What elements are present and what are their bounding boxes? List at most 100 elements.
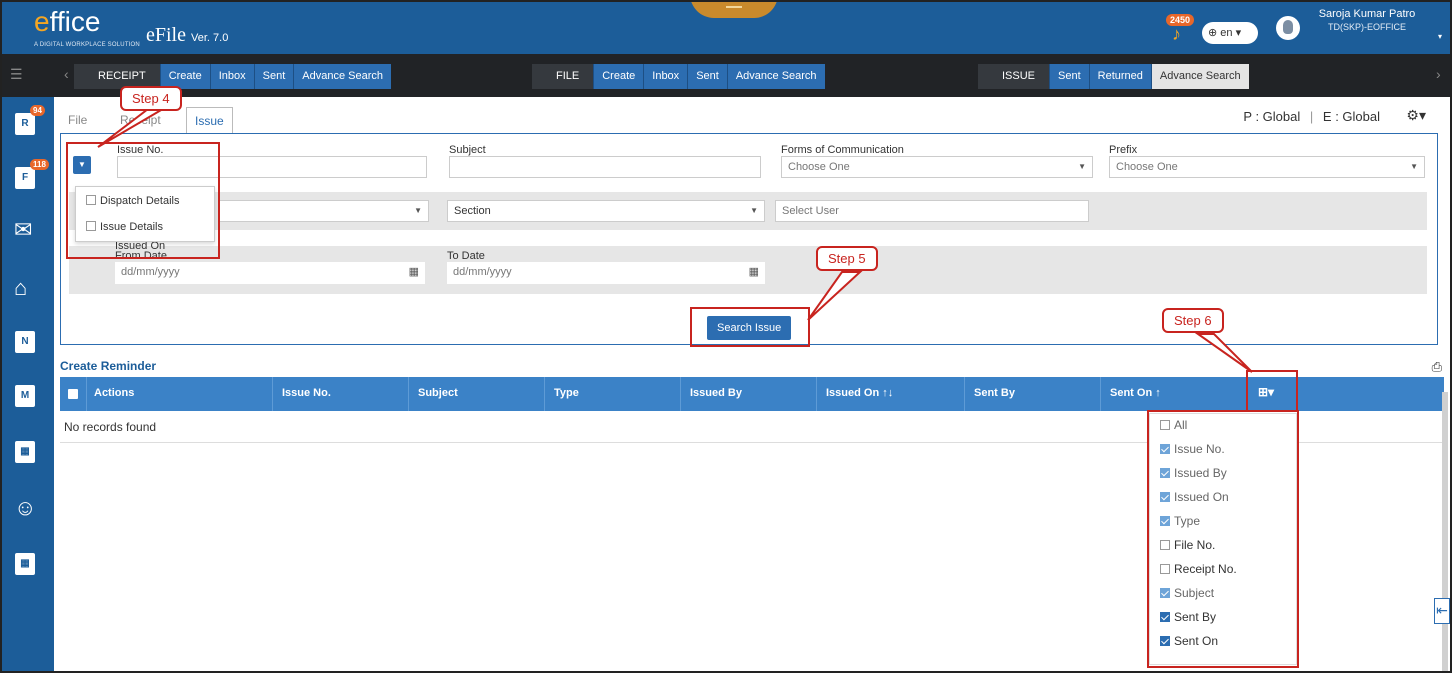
forms-of-communication-select[interactable]: Choose One ▼ xyxy=(781,156,1093,178)
step4-callout: Step 4 xyxy=(120,86,182,111)
tab-issue[interactable]: Issue xyxy=(186,107,233,134)
step6-icon-highlight xyxy=(1246,370,1298,412)
sidebar-item-file-inbox[interactable]: F 118 xyxy=(12,159,49,193)
gear-icon[interactable]: ⚙▾ xyxy=(1406,107,1426,124)
home-icon: ⌂ xyxy=(14,275,28,300)
sidebar-item-migrate[interactable]: M xyxy=(12,381,42,411)
sidebar-item-new-note[interactable]: N xyxy=(12,327,42,357)
tab-receipt[interactable]: Receipt xyxy=(120,113,161,127)
file-count-badge: 118 xyxy=(30,159,49,170)
sort-icon: ↑↓ xyxy=(882,387,894,399)
dropdown-caret-icon: ▼ xyxy=(750,206,758,215)
prefix-select[interactable]: Choose One ▼ xyxy=(1109,156,1425,178)
grid-header: Actions Issue No. Subject Type Issued By… xyxy=(60,377,1444,411)
nav-receipt-inbox[interactable]: Inbox xyxy=(209,64,254,89)
nav-receipt-advance-search[interactable]: Advance Search xyxy=(293,64,391,89)
migrate-icon: M xyxy=(15,385,35,407)
receipt-count-badge: 94 xyxy=(30,105,45,116)
side-panel-toggle-icon[interactable]: ⇤ xyxy=(1434,598,1450,624)
col-type[interactable]: Type xyxy=(554,387,579,399)
col-issued-on[interactable]: Issued On ↑↓ xyxy=(826,387,893,399)
to-date-field: To Date dd/mm/yyyy ▦ xyxy=(447,250,765,284)
dispatch-mail-icon: ✉ xyxy=(14,217,33,242)
from-date-input[interactable]: dd/mm/yyyy ▦ xyxy=(115,262,425,284)
sidebar-item-home[interactable]: ⌂ xyxy=(12,273,42,303)
subject-input[interactable] xyxy=(449,156,761,178)
col-sent-by[interactable]: Sent By xyxy=(974,387,1015,399)
tab-file[interactable]: File xyxy=(68,113,87,127)
receipt-nav-group: RECEIPT Create Inbox Sent Advance Search xyxy=(74,64,391,89)
nav-right-chevron-icon[interactable]: › xyxy=(1436,66,1441,82)
vertical-scrollbar[interactable] xyxy=(1442,392,1448,671)
prefix-field: Prefix Choose One ▼ xyxy=(1109,144,1425,178)
user-settings-icon: ☺ xyxy=(14,495,37,520)
dropdown-caret-icon: ▼ xyxy=(1410,162,1418,171)
col-issued-by[interactable]: Issued By xyxy=(690,387,742,399)
nav-issue-label: ISSUE xyxy=(978,64,1050,89)
section-select[interactable]: Section ▼ xyxy=(447,200,765,222)
col-actions: Actions xyxy=(94,387,135,399)
date-row: Issued On From Date dd/mm/yyyy ▦ To Date … xyxy=(69,240,1427,294)
module-navbar: ☰ ‹ RECEIPT Create Inbox Sent Advance Se… xyxy=(2,54,1450,97)
notification-count-badge: 2450 xyxy=(1166,14,1195,26)
to-date-input[interactable]: dd/mm/yyyy ▦ xyxy=(447,262,765,284)
col-subject[interactable]: Subject xyxy=(418,387,458,399)
step4-highlight xyxy=(66,142,220,259)
sidebar-item-docs-2[interactable]: ▦ xyxy=(12,549,42,579)
bell-icon: ♪ xyxy=(1172,24,1181,44)
header-collapse-handle[interactable] xyxy=(690,2,778,18)
nav-file-sent[interactable]: Sent xyxy=(687,64,727,89)
scope-indicator: P : Global | E : Global xyxy=(1243,109,1380,124)
nav-file-create[interactable]: Create xyxy=(593,64,644,89)
p-scope: P : Global xyxy=(1243,109,1301,124)
user-avatar[interactable] xyxy=(1276,16,1300,40)
nav-issue-sent[interactable]: Sent xyxy=(1049,64,1089,89)
step5-highlight xyxy=(690,307,810,347)
receipt-inbox-icon: R xyxy=(15,113,35,135)
nav-file-advance-search[interactable]: Advance Search xyxy=(726,64,825,89)
nav-file-inbox[interactable]: Inbox xyxy=(643,64,688,89)
user-menu-caret-icon[interactable]: ▾ xyxy=(1438,32,1442,41)
print-icon[interactable]: ⎙ xyxy=(1432,359,1442,375)
col-sent-on[interactable]: Sent On ↑ xyxy=(1110,387,1161,399)
nav-issue-returned[interactable]: Returned xyxy=(1088,64,1151,89)
user-menu[interactable]: Saroja Kumar Patro TD(SKP)-EOFFICE xyxy=(1312,8,1422,34)
notifications-button[interactable]: ♪ 2450 xyxy=(1166,14,1195,44)
globe-icon: ⊕ xyxy=(1208,27,1218,39)
sidebar-item-receipt-inbox[interactable]: R 94 xyxy=(12,105,45,139)
issue-nav-group: ISSUE Sent Returned Advance Search xyxy=(978,64,1249,89)
user-role: TD(SKP)-EOFFICE xyxy=(1328,22,1406,32)
select-all-checkbox[interactable] xyxy=(68,389,78,399)
sidebar-item-docs-1[interactable]: ▦ xyxy=(12,437,42,467)
eoffice-logo: effice A DIGITAL WORKPLACE SOLUTION xyxy=(34,6,140,49)
user-name: Saroja Kumar Patro xyxy=(1318,8,1416,20)
app-name: eFile Ver. 7.0 xyxy=(146,24,229,46)
dropdown-caret-icon: ▼ xyxy=(414,206,422,215)
nav-scroll-left-icon[interactable]: ☰ xyxy=(10,66,23,83)
department-select[interactable]: ▼ xyxy=(219,200,429,222)
sort-icon: ↑ xyxy=(1155,387,1161,399)
step6-callout: Step 6 xyxy=(1162,308,1224,333)
select-user-input[interactable]: Select User xyxy=(775,200,1089,222)
nav-file-label: FILE xyxy=(532,64,594,89)
create-reminder-link[interactable]: Create Reminder xyxy=(60,359,156,373)
forms-of-communication-field: Forms of Communication Choose One ▼ xyxy=(781,144,1093,178)
sidebar-item-user-settings[interactable]: ☺ xyxy=(12,493,42,523)
nav-issue-advance-search[interactable]: Advance Search xyxy=(1150,64,1249,89)
sidebar: R 94 F 118 ✉ ⌂ N M ▦ ☺ ▦ xyxy=(2,97,54,671)
sidebar-item-dispatch[interactable]: ✉ xyxy=(12,215,42,245)
col-issue-no[interactable]: Issue No. xyxy=(282,387,331,399)
language-selector[interactable]: ⊕ en ▾ xyxy=(1202,22,1258,44)
calendar-icon: ▦ xyxy=(748,266,759,278)
file-nav-group: FILE Create Inbox Sent Advance Search xyxy=(532,64,825,89)
dropdown-caret-icon: ▼ xyxy=(1078,162,1086,171)
nav-receipt-sent[interactable]: Sent xyxy=(253,64,294,89)
new-note-icon: N xyxy=(15,331,35,353)
docs-icon: ▦ xyxy=(15,553,35,575)
subject-field: Subject xyxy=(449,144,761,178)
file-inbox-icon: F xyxy=(15,167,35,189)
filter-row-1: ▼ Section ▼ Select User xyxy=(69,192,1427,230)
nav-left-chevron-icon[interactable]: ‹ xyxy=(64,66,69,82)
app-window: effice A DIGITAL WORKPLACE SOLUTION eFil… xyxy=(0,0,1452,673)
app-header: effice A DIGITAL WORKPLACE SOLUTION eFil… xyxy=(2,2,1450,54)
